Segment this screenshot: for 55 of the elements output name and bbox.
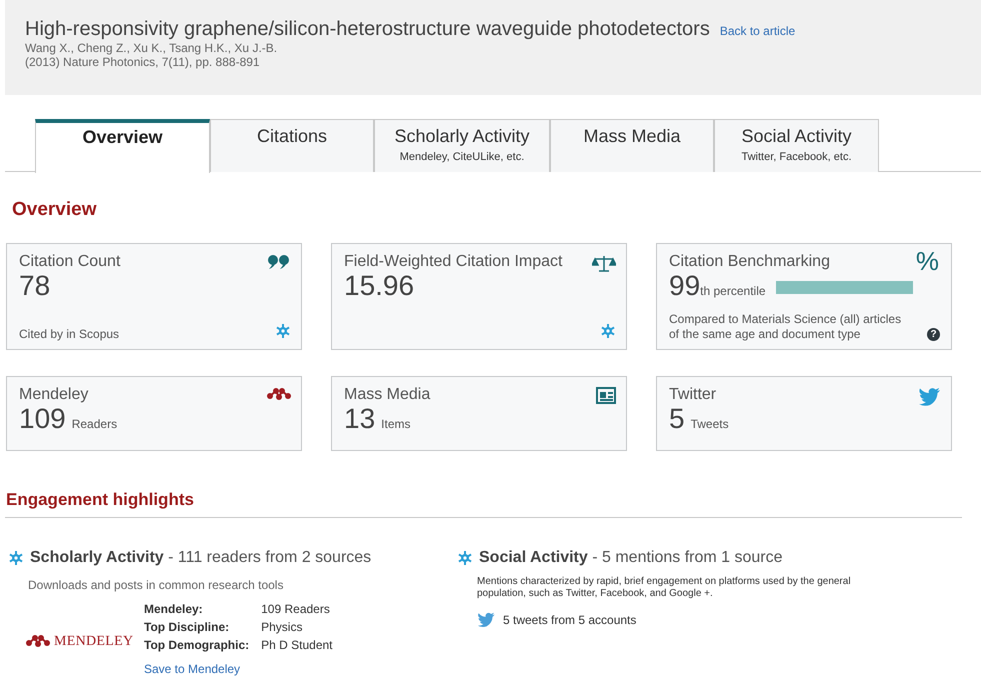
metric-value: 78 xyxy=(19,270,50,302)
help-icon[interactable]: ? xyxy=(927,328,940,341)
bird-icon xyxy=(918,387,941,407)
detail-label: Top Demographic: xyxy=(144,638,250,654)
card-title: Citation Benchmarking xyxy=(669,252,830,272)
tab[interactable]: Citations xyxy=(210,119,374,172)
card-title: Mendeley xyxy=(19,385,88,404)
bird-icon xyxy=(477,612,495,628)
card-title: Twitter xyxy=(669,385,716,404)
note-text: Cited by in Scopus xyxy=(19,326,120,341)
detail-value: Physics xyxy=(261,620,304,636)
tweets-text: 5 tweets from 5 accounts xyxy=(503,612,636,629)
card-title: Citation Count xyxy=(19,252,120,272)
tab[interactable]: Overview xyxy=(35,119,210,173)
tab[interactable]: Social Activity Twitter, Facebook, etc. xyxy=(714,119,879,172)
unit-label: Items xyxy=(381,417,410,432)
card-title: Field-Weighted Citation Impact xyxy=(344,252,562,272)
tab[interactable]: Mass Media xyxy=(550,119,714,172)
tab[interactable]: Scholarly Activity Mendeley, CiteULike, etc. xyxy=(374,119,550,172)
authors-text: Wang X., Cheng Z., Xu K., Tsang H.K., Xu J.-B. xyxy=(25,41,278,56)
detail-value: 109 Readers xyxy=(261,602,331,618)
section-title: Overview xyxy=(12,200,98,219)
percent-icon: % xyxy=(916,248,939,274)
card-title: Mass Media xyxy=(344,385,430,404)
section-heading: Social Activity - 5 mentions from 1 source xyxy=(479,549,783,567)
unit-label: Readers xyxy=(72,417,118,432)
percentile-label: th percentile xyxy=(700,284,766,298)
quote-icon xyxy=(267,254,291,270)
note-text: Compared to Materials Science (all) articles of the same age and document type xyxy=(669,312,902,341)
detail-label: Top Discipline: xyxy=(144,620,230,636)
description-text: Mentions characterized by rapid, brief engagement on platforms used by the general population, such as Twitter, Facebook, and Google +. xyxy=(477,576,852,601)
section-title: Engagement highlights xyxy=(6,491,195,508)
source-text: (2013) Nature Photonics, 7(11), pp. 888-891 xyxy=(25,55,261,70)
snowflake-icon xyxy=(275,323,291,339)
metric-value: 5 xyxy=(669,403,685,434)
scale-icon xyxy=(592,254,616,273)
save-link[interactable]: Save to Mendeley xyxy=(144,662,240,676)
description-text: Downloads and posts in common research tools xyxy=(28,576,284,594)
network-icon xyxy=(267,387,291,401)
metric-value: 99 xyxy=(669,270,700,302)
metric-value: 109 xyxy=(19,403,66,434)
snowflake-icon xyxy=(457,550,473,566)
mendeley-logo: MENDELEY xyxy=(54,632,134,651)
section-heading: Scholarly Activity - 111 readers from 2 sources xyxy=(30,549,372,567)
detail-value: Ph D Student xyxy=(261,638,333,654)
article-title: High-responsivity graphene/silicon-heterostructure waveguide photodetectors xyxy=(25,18,710,40)
back-link[interactable]: Back to article xyxy=(720,24,796,38)
snowflake-icon xyxy=(8,550,24,566)
snowflake-icon xyxy=(600,323,616,339)
metric-value: 15.96 xyxy=(344,270,414,302)
detail-label: Mendeley: xyxy=(144,602,204,618)
network-icon xyxy=(26,634,50,648)
unit-label: Tweets xyxy=(690,417,729,432)
newspaper-icon xyxy=(596,387,616,404)
metric-value: 13 xyxy=(344,403,376,434)
